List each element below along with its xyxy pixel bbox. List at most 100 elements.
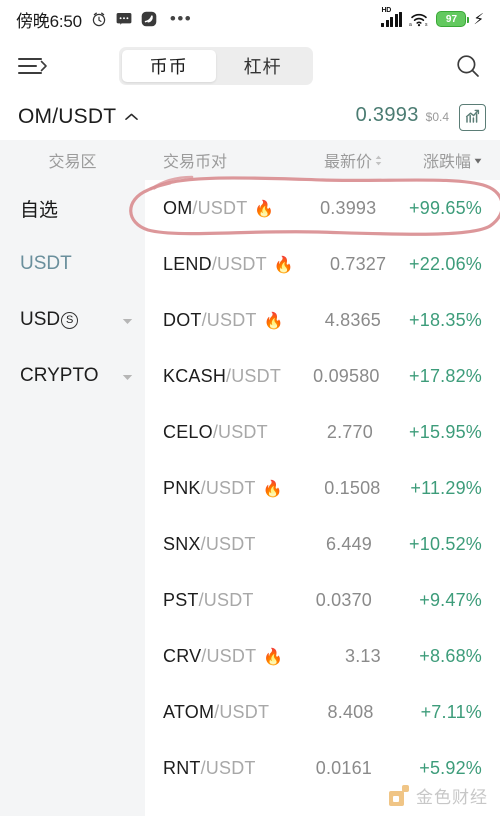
row-quote-asset: /USDT: [200, 477, 256, 498]
row-pair: PST/USDT: [163, 590, 266, 611]
row-quote-asset: /USDT: [226, 365, 282, 386]
table-row[interactable]: DOT/USDT 🔥 4.8365 +18.35%: [145, 292, 500, 348]
row-change: +7.11%: [420, 701, 482, 722]
row-quote-asset: /USDT: [201, 645, 257, 666]
row-price: 2.770: [326, 421, 373, 442]
row-price: 4.8365: [324, 309, 382, 330]
chevron-down-icon[interactable]: [122, 309, 133, 331]
row-price: 3.13: [345, 645, 381, 666]
chart-trend-icon[interactable]: [459, 103, 486, 131]
row-base-asset: CELO: [163, 421, 213, 442]
row-quote-asset: /USDT: [200, 757, 256, 778]
sidebar-item-label: USD: [20, 309, 61, 330]
row-quote-asset: /USDT: [201, 309, 257, 330]
message-icon: [116, 12, 132, 26]
battery-level: 97: [445, 13, 458, 25]
market-type-segmented-control: 币币 杠杆: [118, 47, 313, 85]
sidebar-item-crypto[interactable]: CRYPTO: [0, 348, 145, 404]
flame-hot-icon: 🔥: [273, 256, 294, 274]
row-quote-asset: /USDT: [198, 589, 254, 610]
row-change: +5.92%: [419, 757, 482, 778]
row-base-asset: KCASH: [163, 365, 227, 386]
status-bar-left: 傍晚6:50 •••: [16, 7, 192, 32]
market-pair-list[interactable]: OM/USDT 🔥 0.3993 +99.65% LEND/USDT 🔥 0.7327 +22…: [145, 180, 500, 816]
row-base-asset: SNX: [163, 533, 201, 554]
row-pair: RNT/USDT: [163, 758, 266, 779]
wifi-icon: a s: [409, 12, 429, 27]
table-row[interactable]: LEND/USDT 🔥 0.7327 +22.06%: [145, 236, 500, 292]
row-change: +99.65%: [409, 197, 482, 218]
row-price: 0.0370: [315, 589, 372, 610]
sidebar-item-label: 自选: [20, 199, 59, 221]
table-row[interactable]: ATOM/USDT 8.408 +7.11%: [145, 684, 500, 740]
row-quote-asset: /USDT: [192, 197, 248, 218]
row-change: +18.35%: [409, 309, 482, 330]
row-price: 8.408: [327, 701, 374, 722]
sidebar-item-label: USDT: [20, 253, 72, 274]
table-row[interactable]: OM/USDT 🔥 0.3993 +99.65%: [145, 180, 500, 236]
current-pair-ticker[interactable]: OM/USDT 0.3993 $0.4: [0, 94, 500, 140]
row-pair: OM/USDT 🔥: [163, 198, 275, 219]
ticker-values: 0.3993 $0.4: [355, 103, 486, 131]
row-price: 0.0161: [315, 757, 372, 778]
svg-text:a: a: [409, 22, 412, 27]
sidebar-item-usdt[interactable]: USDT: [0, 236, 145, 292]
table-row[interactable]: SNX/USDT 6.449 +10.52%: [145, 516, 500, 572]
row-pair: SNX/USDT: [163, 534, 266, 555]
column-change-label: 涨跌幅: [422, 154, 471, 171]
sort-both-icon: [375, 155, 382, 166]
row-price: 0.3993: [320, 197, 377, 218]
row-pair: CRV/USDT 🔥: [163, 646, 283, 667]
battery-icon: 97: [436, 11, 469, 27]
flame-hot-icon: 🔥: [263, 312, 284, 330]
menu-arrow-icon[interactable]: [18, 55, 48, 77]
row-price: 0.09580: [313, 365, 380, 386]
table-row[interactable]: PST/USDT 0.0370 +9.47%: [145, 572, 500, 628]
chevron-down-icon[interactable]: [122, 365, 133, 387]
top-navigation-bar: 币币 杠杆: [0, 38, 500, 94]
tab-margin[interactable]: 杠杆: [216, 50, 310, 82]
column-price-sort[interactable]: 最新价: [270, 148, 382, 172]
chevron-up-icon[interactable]: [124, 112, 139, 122]
row-quote-asset: /USDT: [214, 701, 270, 722]
status-time: 傍晚6:50: [16, 11, 82, 31]
circled-s-icon: S: [61, 311, 79, 329]
table-row[interactable]: CRV/USDT 🔥 3.13 +8.68%: [145, 628, 500, 684]
list-column-header: 交易区 交易币对 最新价 涨跌幅: [0, 140, 500, 180]
cellular-signal-icon: HD: [381, 7, 403, 27]
sidebar-item-favorites[interactable]: 自选: [0, 180, 145, 236]
svg-text:s: s: [425, 22, 428, 27]
row-base-asset: OM: [163, 197, 193, 218]
status-bar: 傍晚6:50 ••• HD a s 97 ⚡: [0, 0, 500, 38]
sort-desc-icon: [474, 151, 482, 169]
row-pair: ATOM/USDT: [163, 702, 269, 723]
table-row[interactable]: KCASH/USDT 0.09580 +17.82%: [145, 348, 500, 404]
row-base-asset: PST: [163, 589, 199, 610]
table-row[interactable]: PNK/USDT 🔥 0.1508 +11.29%: [145, 460, 500, 516]
row-base-asset: LEND: [163, 253, 212, 274]
row-change: +8.68%: [419, 645, 482, 666]
flame-hot-icon: 🔥: [254, 200, 275, 218]
column-change-sort[interactable]: 涨跌幅: [382, 148, 500, 172]
row-quote-asset: /USDT: [211, 253, 267, 274]
search-icon[interactable]: [454, 52, 482, 80]
alarm-clock-icon: [91, 11, 107, 27]
row-pair: DOT/USDT 🔥: [163, 310, 284, 331]
row-change: +15.95%: [409, 421, 482, 442]
row-change: +11.29%: [410, 477, 482, 498]
sidebar-item-usds[interactable]: USD S: [0, 292, 145, 348]
flame-hot-icon: 🔥: [263, 648, 284, 666]
row-base-asset: ATOM: [163, 701, 215, 722]
row-base-asset: PNK: [163, 477, 201, 498]
watermark-text: 金色财经: [416, 788, 488, 807]
row-price: 6.449: [325, 533, 372, 554]
row-quote-asset: /USDT: [212, 421, 268, 442]
table-row[interactable]: CELO/USDT 2.770 +15.95%: [145, 404, 500, 460]
tab-spot[interactable]: 币币: [121, 50, 216, 82]
ticker-price: 0.3993: [355, 103, 419, 126]
row-price: 0.1508: [324, 477, 381, 498]
app-root: 傍晚6:50 ••• HD a s 97 ⚡ 币币 杠杆 OM/USDT 0.3…: [0, 0, 500, 816]
status-bar-right: HD a s 97 ⚡: [381, 7, 484, 27]
column-zone: 交易区: [48, 154, 97, 171]
flame-hot-icon: 🔥: [262, 480, 283, 498]
